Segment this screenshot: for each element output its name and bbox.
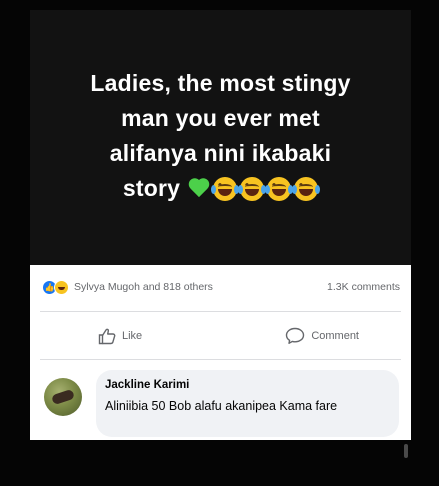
post-actions-bar: Like Comment — [30, 315, 411, 357]
scroll-indicator — [404, 444, 408, 458]
post-image-text: Ladies, the most stingy man you ever met… — [56, 66, 386, 206]
comment: Jackline Karimi Aliniibia 50 Bob alafu a… — [30, 365, 411, 440]
comment-button-label: Comment — [311, 330, 359, 342]
reactions-count[interactable]: Sylvya Mugoh and 818 others — [74, 281, 213, 293]
tears-of-joy-icon — [292, 177, 321, 202]
facebook-post-card: Ladies, the most stingy man you ever met… — [30, 10, 411, 440]
comment-author[interactable]: Jackline Karimi — [105, 379, 189, 391]
headline-line-1: Ladies, the most stingy — [90, 69, 351, 96]
like-button[interactable]: Like — [98, 328, 142, 345]
tears-of-joy-icon — [265, 177, 294, 202]
post-image[interactable]: Ladies, the most stingy man you ever met… — [30, 10, 411, 265]
comments-count[interactable]: 1.3K comments — [327, 281, 400, 293]
headline-line-2: man you ever met — [121, 104, 320, 131]
tears-of-joy-icon — [238, 177, 267, 202]
comment-text: Aliniibia 50 Bob alafu akanipea Kama far… — [105, 399, 338, 413]
tears-of-joy-icon — [211, 177, 240, 202]
thumbs-up-icon — [98, 328, 116, 344]
green-heart-icon — [188, 179, 210, 199]
divider — [40, 359, 401, 360]
reaction-stats-bar: 👍 Sylvya Mugoh and 818 others 1.3K comme… — [30, 272, 411, 302]
comment-bubble-icon — [286, 327, 305, 344]
commenter-avatar[interactable] — [44, 378, 82, 416]
headline-line-4-text: story — [122, 174, 181, 201]
reaction-icons[interactable]: 👍 — [42, 279, 69, 295]
headline-emojis — [184, 177, 321, 202]
divider — [40, 311, 401, 312]
haha-reaction-icon — [54, 279, 69, 295]
comment-button[interactable]: Comment — [285, 327, 359, 345]
headline-line-3: alifanya nini ikabaki — [109, 139, 332, 166]
like-button-label: Like — [122, 330, 143, 342]
comment-bubble: Jackline Karimi Aliniibia 50 Bob alafu a… — [96, 370, 399, 437]
headline-line-4: story — [56, 171, 386, 206]
